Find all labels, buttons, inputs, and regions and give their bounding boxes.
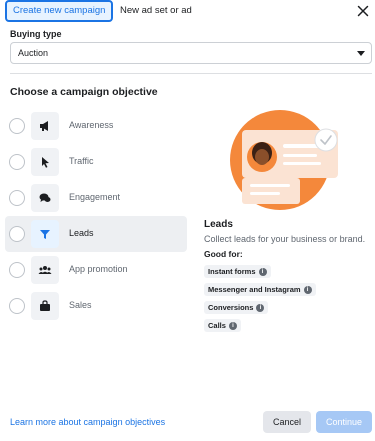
tag-label: Calls — [208, 321, 226, 330]
tag-label: Instant forms — [208, 267, 256, 276]
buying-type-select[interactable]: Auction — [10, 42, 372, 64]
buying-type-value: Auction — [18, 48, 49, 58]
continue-button[interactable]: Continue — [316, 411, 372, 433]
objective-label: Engagement — [69, 192, 121, 202]
objective-app-promotion[interactable]: App promotion — [5, 252, 187, 288]
objective-label: Sales — [69, 300, 92, 310]
objective-label: Traffic — [69, 156, 94, 166]
tag-label: Messenger and Instagram — [208, 285, 301, 294]
objective-awareness[interactable]: Awareness — [5, 108, 187, 144]
buying-type-label: Buying type — [10, 29, 62, 39]
chat-bubbles-icon — [31, 184, 59, 212]
objective-label: Leads — [69, 228, 94, 238]
objective-leads[interactable]: Leads — [5, 216, 187, 252]
radio-awareness[interactable] — [9, 118, 25, 134]
objective-label: App promotion — [69, 264, 128, 274]
tag-instant-forms: Instant forms i — [204, 265, 271, 278]
people-icon — [31, 256, 59, 284]
cursor-icon — [31, 148, 59, 176]
objective-heading: Choose a campaign objective — [10, 86, 158, 98]
objective-traffic[interactable]: Traffic — [5, 144, 187, 180]
info-icon[interactable]: i — [228, 321, 237, 330]
tab-new-ad-set-or-ad[interactable]: New ad set or ad — [120, 5, 192, 16]
funnel-icon — [31, 220, 59, 248]
learn-more-link[interactable]: Learn more about campaign objectives — [10, 417, 165, 427]
info-icon[interactable]: i — [256, 303, 265, 312]
divider — [10, 73, 372, 74]
shopping-bag-icon — [31, 292, 59, 320]
chevron-down-icon — [357, 51, 365, 56]
radio-sales[interactable] — [9, 298, 25, 314]
radio-app-promotion[interactable] — [9, 262, 25, 278]
megaphone-icon — [31, 112, 59, 140]
top-bar: Create new campaign New ad set or ad — [0, 0, 375, 26]
objective-detail-title: Leads — [204, 219, 233, 230]
objective-detail-description: Collect leads for your business or brand… — [204, 234, 366, 244]
tag-messenger-instagram: Messenger and Instagram i — [204, 283, 316, 296]
objective-list: Awareness Traffic Engagement Leads App p… — [5, 108, 187, 324]
radio-traffic[interactable] — [9, 154, 25, 170]
objective-sales[interactable]: Sales — [5, 288, 187, 324]
info-icon[interactable]: i — [303, 285, 312, 294]
good-for-label: Good for: — [204, 249, 243, 259]
radio-leads[interactable] — [9, 226, 25, 242]
radio-engagement[interactable] — [9, 190, 25, 206]
objective-engagement[interactable]: Engagement — [5, 180, 187, 216]
tag-calls: Calls i — [204, 319, 241, 332]
cancel-button[interactable]: Cancel — [263, 411, 311, 433]
leads-illustration — [230, 110, 338, 210]
close-icon[interactable] — [356, 4, 370, 18]
tag-conversions: Conversions i — [204, 301, 269, 314]
tab-create-new-campaign[interactable]: Create new campaign — [5, 0, 114, 22]
objective-label: Awareness — [69, 120, 114, 130]
tag-label: Conversions — [208, 303, 254, 312]
info-icon[interactable]: i — [258, 267, 267, 276]
